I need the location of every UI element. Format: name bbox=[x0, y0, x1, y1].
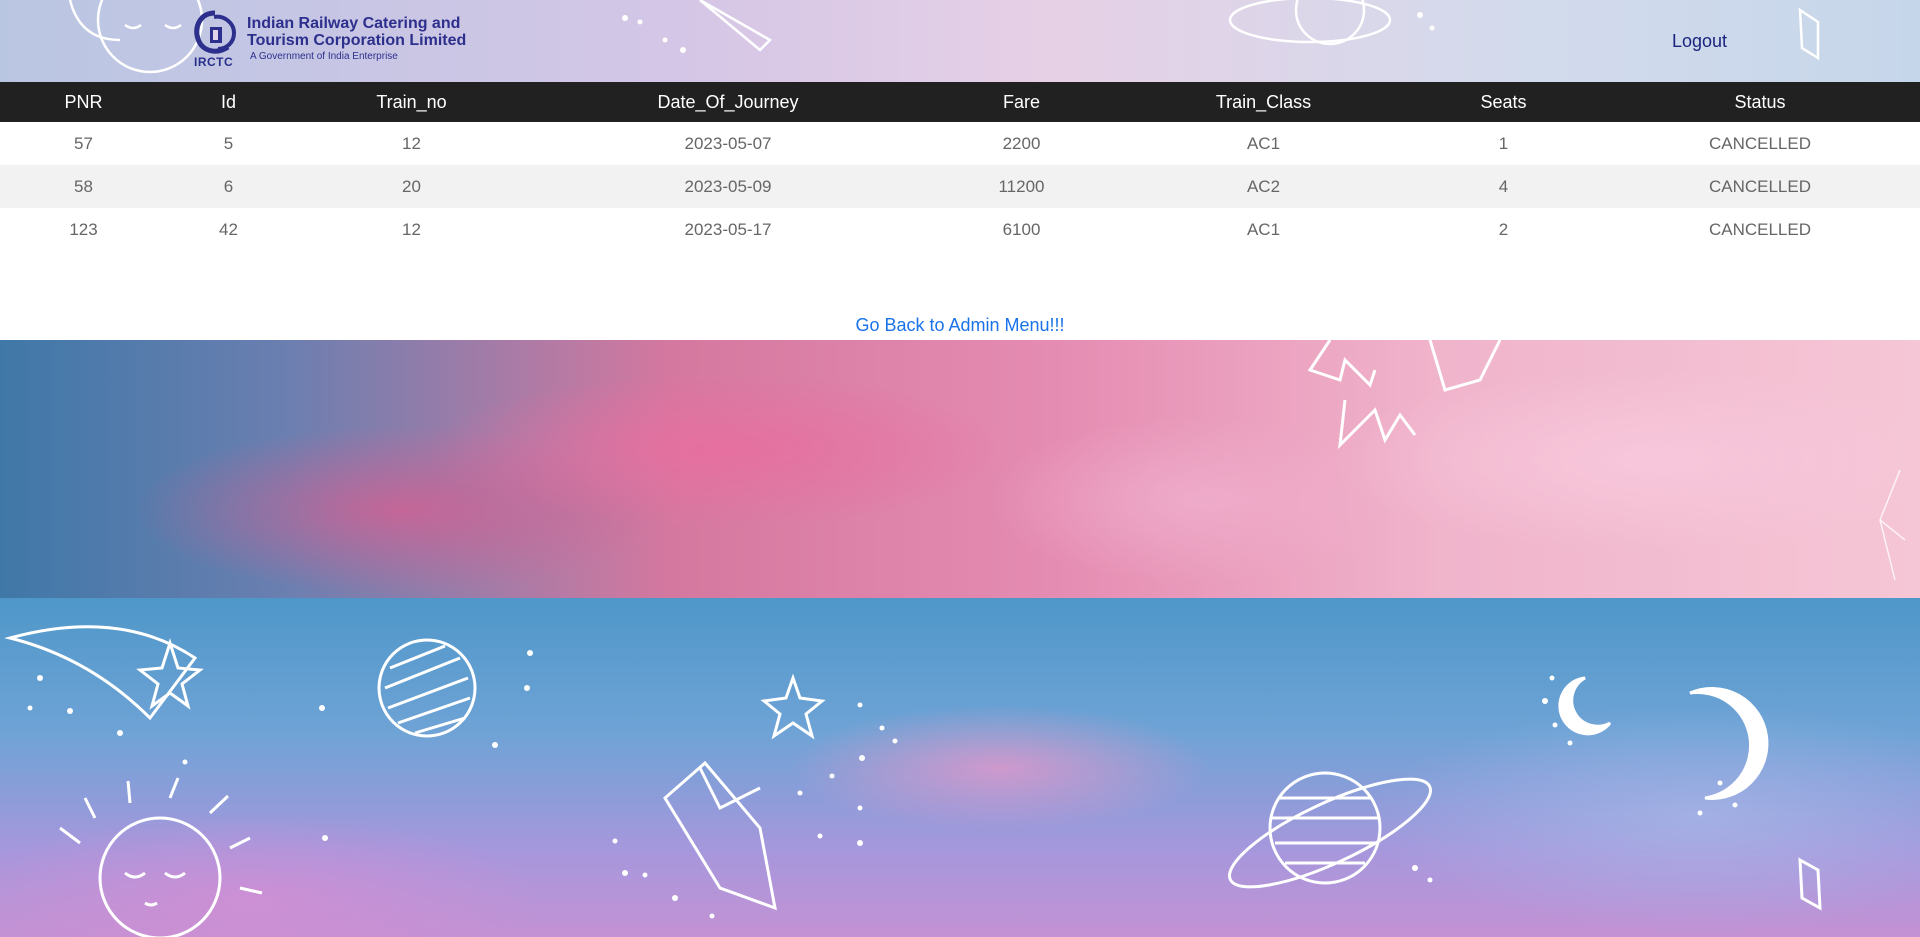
table-row: 123 42 12 2023-05-17 6100 AC1 2 CANCELLE… bbox=[0, 208, 1920, 251]
column-header-fare: Fare bbox=[1002, 91, 1040, 112]
space-doodles bbox=[4, 625, 1822, 937]
star-icon bbox=[760, 673, 826, 740]
crescent-moon-face-icon bbox=[1689, 686, 1769, 800]
column-header-train-no: Train_no bbox=[376, 91, 447, 112]
star-dots bbox=[27, 650, 1738, 919]
cell-train-no: 12 bbox=[402, 133, 421, 153]
cell-fare: 2200 bbox=[1002, 133, 1041, 153]
table-row: 57 5 12 2023-05-07 2200 AC1 1 CANCELLED bbox=[0, 122, 1920, 165]
column-header-status: Status bbox=[1734, 91, 1786, 112]
table-header-row: PNR Id Train_no Date_Of_Journey Fare Tra… bbox=[0, 82, 1920, 122]
cell-date-of-journey: 2023-05-17 bbox=[684, 219, 772, 239]
cell-id: 6 bbox=[223, 176, 234, 196]
cell-status: CANCELLED bbox=[1708, 176, 1812, 196]
column-header-id: Id bbox=[220, 91, 236, 112]
cell-pnr: 57 bbox=[74, 133, 93, 153]
sky-background-band bbox=[0, 340, 1920, 598]
logout-link[interactable]: Logout bbox=[1672, 31, 1727, 52]
star-icon bbox=[136, 638, 204, 710]
cell-train-no: 12 bbox=[402, 219, 421, 239]
sky-background-lower bbox=[0, 598, 1920, 937]
cell-train-class: AC2 bbox=[1246, 176, 1281, 196]
column-header-pnr: PNR bbox=[64, 91, 103, 112]
cell-id: 42 bbox=[219, 219, 238, 239]
header-bar: IRCTC Indian Railway Catering and Touris… bbox=[0, 0, 1920, 84]
cell-date-of-journey: 2023-05-09 bbox=[684, 176, 772, 196]
rocket-doodle bbox=[1307, 340, 1906, 581]
cell-train-class: AC1 bbox=[1246, 219, 1281, 239]
cell-train-no: 20 bbox=[402, 176, 421, 196]
column-header-train-class: Train_Class bbox=[1215, 91, 1312, 112]
shooting-star-icon bbox=[4, 625, 198, 721]
cell-id: 5 bbox=[223, 133, 234, 153]
cell-fare: 11200 bbox=[998, 176, 1045, 196]
back-link-container: Go Back to Admin Menu!!! bbox=[0, 315, 1920, 336]
logo-abbreviation: IRCTC bbox=[194, 55, 234, 69]
cell-seats: 4 bbox=[1498, 176, 1509, 196]
logo-company-name: Indian Railway Catering and Tourism Corp… bbox=[247, 15, 467, 49]
back-to-admin-menu-link[interactable]: Go Back to Admin Menu!!! bbox=[855, 315, 1064, 335]
comet-icon bbox=[663, 760, 777, 911]
bookings-panel: PNR Id Train_no Date_Of_Journey Fare Tra… bbox=[0, 82, 1920, 340]
cell-status: CANCELLED bbox=[1708, 133, 1812, 153]
logo-tagline: A Government of India Enterprise bbox=[250, 51, 398, 62]
cell-pnr: 123 bbox=[69, 219, 98, 239]
irctc-logo[interactable]: IRCTC Indian Railway Catering and Touris… bbox=[190, 7, 480, 69]
cell-fare: 6100 bbox=[1002, 219, 1041, 239]
table-row: 58 6 20 2023-05-09 11200 AC2 4 CANCELLED bbox=[0, 165, 1920, 208]
cell-seats: 2 bbox=[1498, 219, 1509, 239]
column-header-date-of-journey: Date_Of_Journey bbox=[657, 91, 799, 112]
cell-status: CANCELLED bbox=[1708, 219, 1812, 239]
cell-date-of-journey: 2023-05-07 bbox=[684, 133, 772, 153]
cell-seats: 1 bbox=[1498, 133, 1509, 153]
cell-pnr: 58 bbox=[74, 176, 93, 196]
column-header-seats: Seats bbox=[1480, 91, 1527, 112]
crescent-moon-icon bbox=[1558, 676, 1612, 736]
sun-icon bbox=[98, 816, 222, 937]
cell-train-class: AC1 bbox=[1246, 133, 1281, 153]
cancelled-bookings-table: PNR Id Train_no Date_Of_Journey Fare Tra… bbox=[0, 82, 1920, 251]
